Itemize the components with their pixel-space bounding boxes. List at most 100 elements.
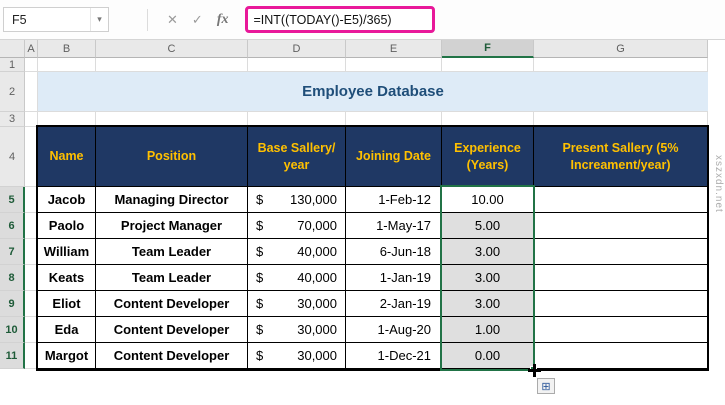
row-header-9[interactable]: 9 bbox=[0, 291, 25, 317]
name-box[interactable]: F5 ▾ bbox=[3, 7, 109, 32]
row-header-2[interactable]: 2 bbox=[0, 72, 25, 112]
excel-window: F5 ▾ ✕ ✓ fx =INT((TODAY()-E5)/365) A B C… bbox=[0, 0, 725, 405]
header-present-salary[interactable]: Present Sallery (5% Increament/year) bbox=[534, 127, 708, 187]
cell-position[interactable]: Team Leader bbox=[96, 265, 248, 291]
row-header-3[interactable]: 3 bbox=[0, 112, 25, 127]
fx-icon[interactable]: fx bbox=[217, 12, 229, 28]
cell-position[interactable]: Content Developer bbox=[96, 291, 248, 317]
sheet-title[interactable]: Employee Database bbox=[38, 72, 708, 112]
cell-date[interactable]: 1-Feb-12 bbox=[346, 187, 442, 213]
cell[interactable] bbox=[248, 58, 346, 72]
row-header-4[interactable]: 4 bbox=[0, 127, 25, 187]
cell-position[interactable]: Managing Director bbox=[96, 187, 248, 213]
row-header-11[interactable]: 11 bbox=[0, 343, 25, 369]
cell-experience[interactable]: 5.00 bbox=[442, 213, 534, 239]
cell-present-salary[interactable] bbox=[534, 239, 708, 265]
col-header-g[interactable]: G bbox=[534, 40, 708, 58]
cell-date[interactable]: 6-Jun-18 bbox=[346, 239, 442, 265]
cell-experience[interactable]: 1.00 bbox=[442, 317, 534, 343]
row-header-6[interactable]: 6 bbox=[0, 213, 25, 239]
cell[interactable] bbox=[25, 127, 38, 187]
cell-present-salary[interactable] bbox=[534, 343, 708, 369]
header-base-salary[interactable]: Base Sallery/ year bbox=[248, 127, 346, 187]
cell[interactable] bbox=[25, 343, 38, 369]
cell[interactable] bbox=[442, 112, 534, 127]
row-header-10[interactable]: 10 bbox=[0, 317, 25, 343]
cell-date[interactable]: 1-Jan-19 bbox=[346, 265, 442, 291]
cell-experience[interactable]: 3.00 bbox=[442, 265, 534, 291]
cell-name[interactable]: Eda bbox=[38, 317, 96, 343]
cell-position[interactable]: Content Developer bbox=[96, 317, 248, 343]
cell-name[interactable]: Margot bbox=[38, 343, 96, 369]
cell[interactable] bbox=[25, 291, 38, 317]
cell-present-salary[interactable] bbox=[534, 317, 708, 343]
cell-experience[interactable]: 3.00 bbox=[442, 291, 534, 317]
cell-name[interactable]: William bbox=[38, 239, 96, 265]
cell-date[interactable]: 2-Jan-19 bbox=[346, 291, 442, 317]
cell-salary[interactable]: $ 30,000 bbox=[248, 317, 346, 343]
cell[interactable] bbox=[38, 112, 96, 127]
row-header-1[interactable]: 1 bbox=[0, 58, 25, 72]
cell[interactable] bbox=[346, 58, 442, 72]
active-cell[interactable]: 10.00 bbox=[442, 187, 534, 213]
cell[interactable] bbox=[25, 317, 38, 343]
chevron-down-icon[interactable]: ▾ bbox=[90, 8, 108, 31]
cell-salary[interactable]: $ 130,000 bbox=[248, 187, 346, 213]
cell-present-salary[interactable] bbox=[534, 291, 708, 317]
header-joining-date[interactable]: Joining Date bbox=[346, 127, 442, 187]
cell-name[interactable]: Paolo bbox=[38, 213, 96, 239]
cell-position[interactable]: Team Leader bbox=[96, 239, 248, 265]
cell-salary[interactable]: $ 70,000 bbox=[248, 213, 346, 239]
cell[interactable] bbox=[346, 112, 442, 127]
cell-name[interactable]: Keats bbox=[38, 265, 96, 291]
cell-salary[interactable]: $ 40,000 bbox=[248, 265, 346, 291]
cancel-icon[interactable]: ✕ bbox=[167, 12, 178, 28]
sheet-row: 2 Employee Database bbox=[0, 72, 725, 112]
cell[interactable] bbox=[25, 213, 38, 239]
formula-bar[interactable]: =INT((TODAY()-E5)/365) bbox=[245, 6, 436, 33]
cell-present-salary[interactable] bbox=[534, 213, 708, 239]
cell-present-salary[interactable] bbox=[534, 187, 708, 213]
cell[interactable] bbox=[38, 58, 96, 72]
cell[interactable] bbox=[96, 112, 248, 127]
cell[interactable] bbox=[25, 112, 38, 127]
cell[interactable] bbox=[442, 58, 534, 72]
row-header-7[interactable]: 7 bbox=[0, 239, 25, 265]
cell-salary[interactable]: $ 30,000 bbox=[248, 291, 346, 317]
cell[interactable] bbox=[25, 239, 38, 265]
cell[interactable] bbox=[248, 112, 346, 127]
row-header-8[interactable]: 8 bbox=[0, 265, 25, 291]
header-position[interactable]: Position bbox=[96, 127, 248, 187]
cell-position[interactable]: Content Developer bbox=[96, 343, 248, 369]
cell-name[interactable]: Jacob bbox=[38, 187, 96, 213]
autofill-options-button[interactable]: ⊞ bbox=[537, 378, 555, 394]
col-header-a[interactable]: A bbox=[25, 40, 38, 58]
col-header-e[interactable]: E bbox=[346, 40, 442, 58]
col-header-f[interactable]: F bbox=[442, 40, 534, 58]
cell[interactable] bbox=[25, 72, 38, 112]
col-header-c[interactable]: C bbox=[96, 40, 248, 58]
cell-date[interactable]: 1-Aug-20 bbox=[346, 317, 442, 343]
cell[interactable] bbox=[25, 187, 38, 213]
cell[interactable] bbox=[534, 112, 708, 127]
row-header-5[interactable]: 5 bbox=[0, 187, 25, 213]
cell-experience[interactable]: 3.00 bbox=[442, 239, 534, 265]
cell-date[interactable]: 1-May-17 bbox=[346, 213, 442, 239]
cell-salary[interactable]: $ 40,000 bbox=[248, 239, 346, 265]
cell-name[interactable]: Eliot bbox=[38, 291, 96, 317]
check-icon[interactable]: ✓ bbox=[192, 12, 203, 28]
cell-date[interactable]: 1-Dec-21 bbox=[346, 343, 442, 369]
cell-salary[interactable]: $ 30,000 bbox=[248, 343, 346, 369]
header-experience[interactable]: Experience (Years) bbox=[442, 127, 534, 187]
cell-present-salary[interactable] bbox=[534, 265, 708, 291]
cell[interactable] bbox=[25, 58, 38, 72]
cell[interactable] bbox=[25, 265, 38, 291]
cell[interactable] bbox=[96, 58, 248, 72]
header-name[interactable]: Name bbox=[38, 127, 96, 187]
col-header-d[interactable]: D bbox=[248, 40, 346, 58]
cell-position[interactable]: Project Manager bbox=[96, 213, 248, 239]
select-all-corner[interactable] bbox=[0, 40, 25, 58]
col-header-b[interactable]: B bbox=[38, 40, 96, 58]
cell-experience[interactable]: 0.00 bbox=[442, 343, 534, 369]
cell[interactable] bbox=[534, 58, 708, 72]
